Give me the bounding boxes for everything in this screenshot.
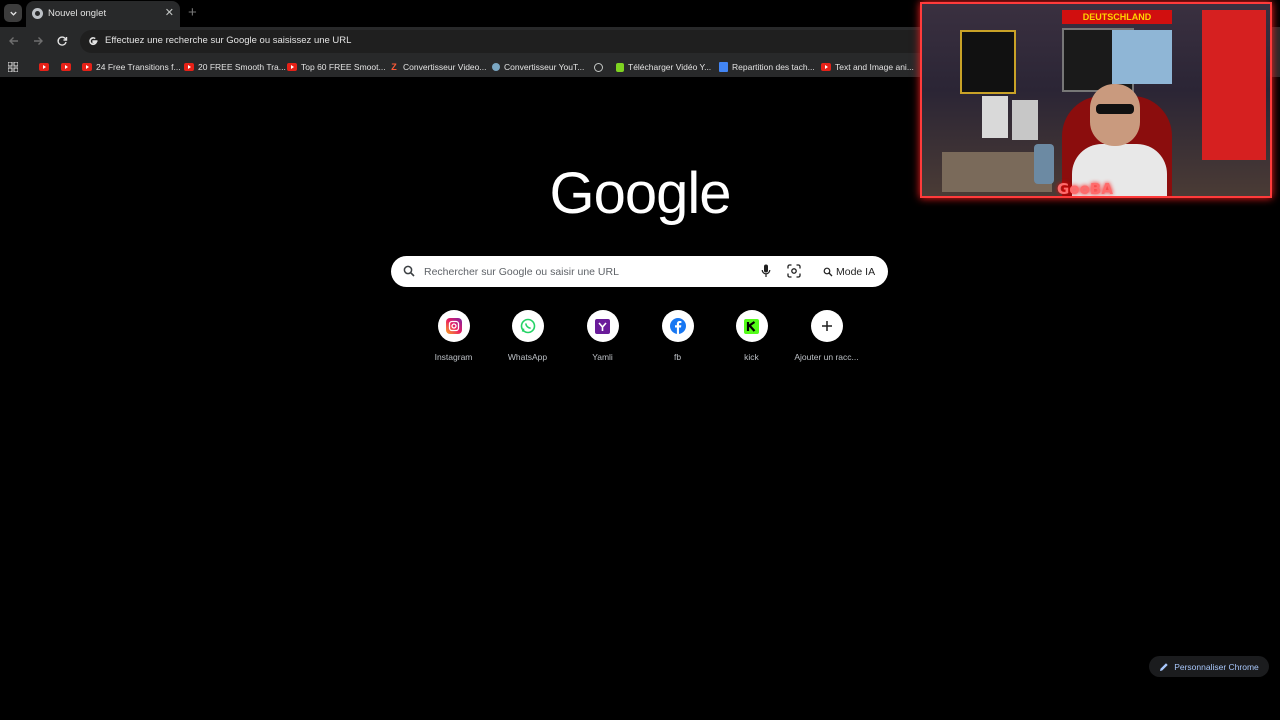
shortcut-label: WhatsApp <box>507 352 548 362</box>
bookmark-item[interactable]: Télécharger Vidéo Y... <box>616 60 711 74</box>
facebook-icon <box>669 318 686 334</box>
bookmark-item[interactable] <box>61 60 71 74</box>
bookmark-item[interactable]: Convertisseur YouT... <box>492 60 584 74</box>
tab-new-tab[interactable]: Nouvel onglet ✕ <box>26 1 180 27</box>
bookmark-item[interactable]: Top 60 FREE Smoot... <box>287 60 386 74</box>
shortcut-tile <box>661 310 694 342</box>
address-bar-text: Effectuez une recherche sur Google ou sa… <box>105 35 352 46</box>
webcam-overlay: DEUTSCHLAND GooBA <box>920 2 1272 198</box>
kick-icon <box>744 318 759 334</box>
shortcut-tile <box>511 310 544 342</box>
converter-icon <box>492 63 500 71</box>
download-icon <box>616 62 624 72</box>
shortcut-kick[interactable]: kick <box>714 310 789 362</box>
customize-chrome-button[interactable]: Personnaliser Chrome <box>1149 656 1269 677</box>
shortcut-yamli[interactable]: Yamli <box>565 310 640 362</box>
mode-ia-button[interactable]: Mode IA <box>815 261 883 282</box>
close-icon[interactable]: ✕ <box>165 6 174 20</box>
shortcut-label: fb <box>673 352 682 362</box>
bookmark-label: Convertisseur Video... <box>403 62 487 72</box>
google-lens-icon[interactable] <box>787 264 801 278</box>
reload-icon <box>57 36 68 46</box>
instagram-icon <box>445 318 462 334</box>
microphone-icon[interactable] <box>761 264 771 278</box>
globe-icon <box>594 62 603 72</box>
chrome-icon <box>32 8 43 19</box>
search-icon <box>403 265 415 277</box>
bookmark-item[interactable]: Repartition des tach... <box>719 60 815 74</box>
jersey-frame <box>1112 30 1172 84</box>
jersey <box>1012 100 1038 140</box>
arrow-right-icon <box>34 37 43 45</box>
back-button[interactable] <box>6 33 22 49</box>
shortcut-fb[interactable]: fb <box>640 310 715 362</box>
microphone <box>1034 144 1054 184</box>
shortcut-tile <box>810 310 843 342</box>
shortcut-label: Ajouter un racc... <box>794 352 859 362</box>
bookmark-label: Télécharger Vidéo Y... <box>628 62 712 72</box>
arrow-left-icon <box>9 37 18 45</box>
apps-button[interactable] <box>8 60 18 74</box>
sunglasses <box>1096 104 1134 114</box>
bookmark-label: Convertisseur YouT... <box>504 62 585 72</box>
youtube-icon <box>821 63 831 71</box>
streamer-name: GooBA <box>1057 180 1113 198</box>
shortcut-tile <box>586 310 619 342</box>
pencil-icon <box>1160 662 1168 671</box>
docs-icon <box>719 62 728 72</box>
bookmark-item[interactable]: Z Convertisseur Video... <box>389 60 486 74</box>
mode-ia-label: Mode IA <box>836 265 876 278</box>
bookmark-item[interactable] <box>39 60 49 74</box>
bookmark-item[interactable] <box>594 60 603 74</box>
bookmark-label: Text and Image ani... <box>835 62 914 72</box>
shortcut-label: Yamli <box>592 352 613 362</box>
forward-button[interactable] <box>30 33 46 49</box>
z-icon: Z <box>391 62 397 72</box>
shortcut-tile <box>735 310 768 342</box>
tab-search-button[interactable] <box>4 4 22 22</box>
banner: DEUTSCHLAND <box>1062 10 1172 24</box>
shortcut-label: kick <box>744 352 759 362</box>
jersey <box>982 96 1008 138</box>
poster <box>960 30 1016 94</box>
bookmark-item[interactable]: 24 Free Transitions f... <box>82 60 181 74</box>
shortcut-tile <box>437 310 470 342</box>
shortcut-whatsapp[interactable]: WhatsApp <box>490 310 565 362</box>
yamli-icon <box>595 318 610 334</box>
chevron-down-icon <box>9 11 17 16</box>
person-head <box>1090 84 1140 146</box>
new-tab-button[interactable]: + <box>188 4 197 22</box>
youtube-icon <box>82 63 92 71</box>
bookmark-label: Repartition des tach... <box>732 62 815 72</box>
bookmark-label: Top 60 FREE Smoot... <box>301 62 386 72</box>
bookmark-item[interactable]: Text and Image ani... <box>821 60 914 74</box>
shortcut-instagram[interactable]: Instagram <box>416 310 491 362</box>
customize-label: Personnaliser Chrome <box>1174 661 1259 672</box>
bookmark-item[interactable]: 20 FREE Smooth Tra... <box>184 60 286 74</box>
sparkle-search-icon <box>823 267 833 276</box>
bookmark-label: 24 Free Transitions f... <box>96 62 181 72</box>
search-input[interactable]: Rechercher sur Google ou saisir une URL <box>424 266 619 278</box>
shortcut-label: Instagram <box>434 352 473 362</box>
youtube-icon <box>39 63 49 71</box>
google-g-icon <box>89 37 98 46</box>
tab-title: Nouvel onglet <box>48 8 107 19</box>
youtube-icon <box>287 63 297 71</box>
whatsapp-icon <box>520 318 535 334</box>
reload-button[interactable] <box>54 33 70 49</box>
search-box[interactable]: Rechercher sur Google ou saisir une URL … <box>391 256 888 287</box>
shortcut-add[interactable]: Ajouter un racc... <box>789 310 864 362</box>
youtube-icon <box>61 63 71 71</box>
apps-grid-icon <box>8 62 18 72</box>
plus-icon <box>821 321 832 331</box>
youtube-icon <box>184 63 194 71</box>
bookmark-label: 20 FREE Smooth Tra... <box>198 62 286 72</box>
flag <box>1202 10 1266 160</box>
